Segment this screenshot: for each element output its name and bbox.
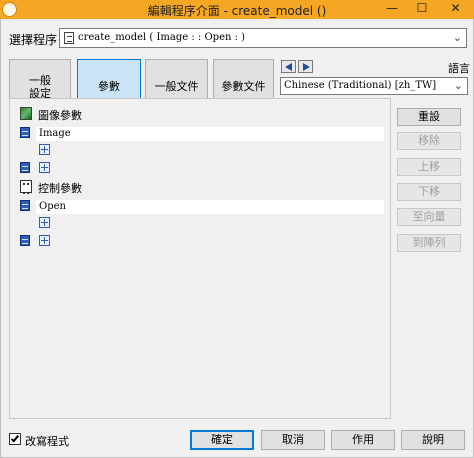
remove-button[interactable]: 移除 [397, 132, 461, 150]
modify-program-checkbox[interactable] [9, 433, 21, 445]
procedure-value: create_model ( Image : : Open : ) [78, 32, 246, 43]
language-label: 語言 [448, 62, 470, 75]
modify-program-label: 改寫程式 [25, 435, 69, 448]
ok-button[interactable]: 確定 [190, 430, 254, 450]
help-button[interactable]: 說明 [401, 430, 465, 450]
image-params-label: 圖像參數 [38, 109, 82, 122]
apply-button[interactable]: 作用 [331, 430, 395, 450]
procedure-label: 選擇程序 [9, 33, 58, 47]
add-image-param-icon[interactable] [39, 162, 50, 173]
image-params-icon [20, 107, 32, 120]
checkmark-icon [10, 433, 20, 443]
procedure-select[interactable]: create_model ( Image : : Open : ) ⌄ [59, 28, 467, 48]
window-body: 選擇程序 create_model ( Image : : Open : ) ⌄… [0, 19, 474, 458]
language-prev-button[interactable] [281, 60, 296, 73]
control-params-icon [20, 180, 32, 194]
control-param-field[interactable] [36, 200, 384, 214]
image-param-field[interactable] [36, 127, 384, 141]
language-value: Chinese (Traditional) [zh_TW] [284, 80, 437, 91]
tab-general-docs-label: 一般文件 [154, 79, 199, 93]
arrow-right-icon [303, 63, 310, 71]
title-bar: 編輯程序介面 - create_model () — ☐ ✕ [0, 0, 474, 19]
to-vector-button[interactable]: 至向量 [397, 208, 461, 226]
minimize-button[interactable]: — [376, 0, 408, 19]
control-param-value: Open [39, 201, 66, 212]
tab-parameter-docs-label: 參數文件 [221, 79, 266, 93]
chevron-down-icon[interactable]: ⌄ [453, 31, 462, 44]
parameter-icon [20, 127, 30, 138]
reset-button[interactable]: 重設 [397, 108, 461, 126]
language-select[interactable]: Chinese (Traditional) [zh_TW] ⌄ [280, 77, 468, 95]
parameter-icon [20, 235, 30, 246]
control-params-label: 控制參數 [38, 182, 82, 195]
document-icon [64, 32, 74, 44]
parameters-panel: 圖像參數 Image 控制參數 Open [9, 98, 391, 419]
cancel-button[interactable]: 取消 [261, 430, 325, 450]
language-next-button[interactable] [298, 60, 313, 73]
arrow-left-icon [285, 63, 292, 71]
image-param-value: Image [39, 128, 71, 139]
parameter-icon [20, 200, 30, 211]
add-param-icon[interactable] [39, 144, 50, 155]
add-param-icon[interactable] [39, 217, 50, 228]
chevron-down-icon[interactable]: ⌄ [454, 79, 463, 92]
tab-parameters-label: 參數 [98, 79, 120, 93]
close-button[interactable]: ✕ [437, 0, 474, 19]
add-control-param-icon[interactable] [39, 235, 50, 246]
move-down-button[interactable]: 下移 [397, 183, 461, 201]
move-up-button[interactable]: 上移 [397, 158, 461, 176]
maximize-button[interactable]: ☐ [406, 0, 438, 19]
to-tuple-button[interactable]: 到陣列 [397, 234, 461, 252]
parameter-icon [20, 162, 30, 173]
tab-general-settings-label: 一般 設定 [29, 73, 51, 100]
